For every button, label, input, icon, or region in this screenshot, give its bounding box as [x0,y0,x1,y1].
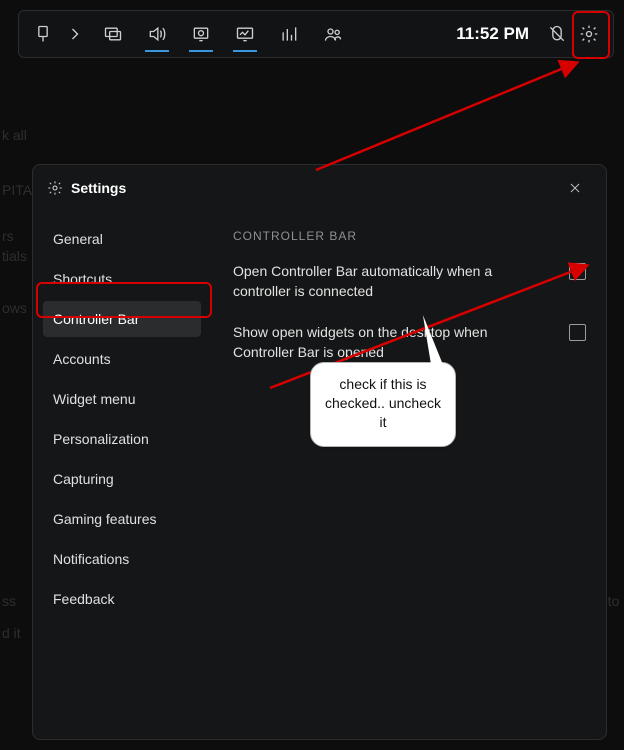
settings-content: CONTROLLER BAR Open Controller Bar autom… [211,211,606,739]
bg-text: rs [2,228,14,244]
sidebar-item-notifications[interactable]: Notifications [43,541,201,577]
bg-text: tials [2,248,27,264]
sidebar-item-feedback[interactable]: Feedback [43,581,201,617]
camera-icon[interactable] [179,14,223,54]
clock-time: 11:52 PM [444,24,541,44]
section-heading: CONTROLLER BAR [233,229,586,243]
monitor-icon[interactable] [91,14,135,54]
setting-row: Show open widgets on the desktop when Co… [233,322,586,363]
gear-icon[interactable] [573,14,605,54]
panel-header: Settings [33,165,606,211]
chevron-right-icon[interactable] [59,14,91,54]
mouse-disabled-icon[interactable] [541,14,573,54]
performance-icon[interactable] [223,14,267,54]
sidebar-item-general[interactable]: General [43,221,201,257]
sidebar-item-widget-menu[interactable]: Widget menu [43,381,201,417]
bg-text: k all [2,127,27,143]
panel-title: Settings [71,180,566,196]
gear-icon [47,180,63,196]
settings-panel: Settings General Shortcuts Controller Ba… [32,164,607,740]
bar-chart-icon[interactable] [267,14,311,54]
checkbox-show-widgets[interactable] [569,324,586,341]
sidebar-item-personalization[interactable]: Personalization [43,421,201,457]
bg-text: d it [2,625,21,641]
sidebar-item-shortcuts[interactable]: Shortcuts [43,261,201,297]
sidebar-item-gaming-features[interactable]: Gaming features [43,501,201,537]
pin-icon[interactable] [27,14,59,54]
setting-row: Open Controller Bar automatically when a… [233,261,586,302]
game-bar-toolbar: 11:52 PM [18,10,614,58]
setting-label: Show open widgets on the desktop when Co… [233,322,569,363]
settings-sidebar: General Shortcuts Controller Bar Account… [33,211,211,739]
sidebar-item-controller-bar[interactable]: Controller Bar [43,301,201,337]
volume-icon[interactable] [135,14,179,54]
checkbox-auto-open[interactable] [569,263,586,280]
bg-text: ss [2,593,16,609]
group-icon[interactable] [311,14,355,54]
sidebar-item-capturing[interactable]: Capturing [43,461,201,497]
setting-label: Open Controller Bar automatically when a… [233,261,569,302]
bg-text: PITA [2,182,32,198]
close-button[interactable] [566,175,592,201]
bg-text: ows [2,300,27,316]
sidebar-item-accounts[interactable]: Accounts [43,341,201,377]
